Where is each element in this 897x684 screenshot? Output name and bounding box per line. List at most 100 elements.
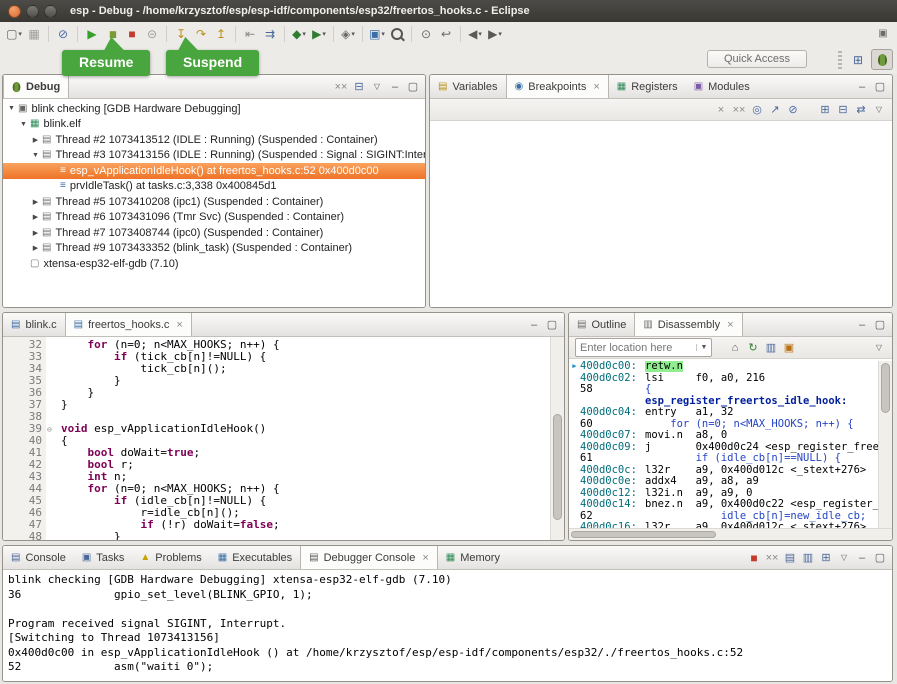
instruction-stepping-icon[interactable]: ⇉ bbox=[260, 24, 280, 44]
save-icon[interactable]: ▦ bbox=[24, 24, 44, 44]
minimize-icon[interactable]: – bbox=[853, 319, 871, 331]
debug-icon[interactable]: ◆▾ bbox=[289, 24, 309, 44]
tree-item[interactable]: ▼▣blink checking [GDB Hardware Debugging… bbox=[3, 101, 425, 117]
new-wizard-icon[interactable]: ▢▾ bbox=[4, 24, 24, 44]
tab-debug[interactable]: Debug bbox=[3, 75, 69, 98]
perspective-drag-handle[interactable] bbox=[838, 51, 842, 69]
close-icon[interactable]: × bbox=[422, 552, 428, 564]
maximize-window-button[interactable] bbox=[44, 5, 57, 18]
drop-to-frame-icon[interactable]: ⇤ bbox=[240, 24, 260, 44]
disassembly-horizontal-scrollbar[interactable] bbox=[569, 528, 892, 540]
disassembly-listing[interactable]: ▶400d0c00:retw.n400d0c02:lsi f0, a0, 216… bbox=[569, 361, 878, 528]
disconnect-icon[interactable]: ⊝ bbox=[142, 24, 162, 44]
refresh-icon[interactable]: ↻ bbox=[744, 341, 762, 354]
tab-problems[interactable]: ▲Problems bbox=[132, 546, 209, 569]
tree-item[interactable]: ≡prvIdleTask() at tasks.c:3,338 0x400845… bbox=[3, 179, 425, 195]
close-icon[interactable]: × bbox=[727, 319, 733, 331]
tree-item[interactable]: ▢xtensa-esp32-elf-gdb (7.10) bbox=[3, 256, 425, 272]
tree-item[interactable]: ▶▤Thread #6 1073431096 (Tmr Svc) (Suspen… bbox=[3, 210, 425, 226]
maximize-icon[interactable]: ▢ bbox=[543, 318, 561, 331]
skip-all-breakpoints-icon[interactable]: ⊘ bbox=[784, 103, 802, 116]
fold-marker-icon[interactable]: ⊖ bbox=[47, 424, 52, 436]
run-icon[interactable]: ▶▾ bbox=[309, 24, 329, 44]
scrollbar-thumb[interactable] bbox=[881, 363, 890, 413]
minimize-window-button[interactable] bbox=[26, 5, 39, 18]
remove-all-terminated-icon[interactable]: ×× bbox=[332, 81, 350, 93]
tab-modules[interactable]: ▣Modules bbox=[686, 75, 758, 98]
view-menu-icon[interactable]: ▽ bbox=[870, 105, 888, 114]
track-expression-icon[interactable]: ▣ bbox=[780, 341, 798, 354]
breakpoints-empty-area[interactable] bbox=[430, 121, 892, 307]
new-c-file-icon[interactable]: ▣▾ bbox=[367, 24, 387, 44]
show-source-icon[interactable]: ▥ bbox=[762, 341, 780, 354]
window-icon[interactable]: ▣ bbox=[873, 24, 893, 44]
goto-file-icon[interactable]: ↗ bbox=[766, 103, 784, 116]
debug-launch-tree[interactable]: ▼▣blink checking [GDB Hardware Debugging… bbox=[3, 99, 425, 307]
expander-icon[interactable]: ▶ bbox=[30, 198, 41, 206]
open-console-icon[interactable]: ⊞ bbox=[817, 551, 835, 564]
collapse-all-icon[interactable]: ⊟ bbox=[834, 103, 852, 116]
quick-access-button[interactable]: Quick Access bbox=[707, 50, 807, 68]
step-return-icon[interactable]: ↥ bbox=[211, 24, 231, 44]
scrollbar-thumb[interactable] bbox=[571, 531, 716, 538]
external-tools-icon[interactable]: ◈▾ bbox=[338, 24, 358, 44]
skip-all-breakpoints-icon[interactable]: ⊘ bbox=[53, 24, 73, 44]
terminate-icon[interactable]: ■ bbox=[745, 551, 763, 565]
tab-console[interactable]: ▤Console bbox=[3, 546, 74, 569]
maximize-icon[interactable]: ▢ bbox=[871, 551, 889, 564]
tab-outline[interactable]: ▤Outline bbox=[569, 313, 634, 336]
mark-occurrences-icon[interactable]: ⊙ bbox=[416, 24, 436, 44]
tree-item[interactable]: ▼▤Thread #3 1073413156 (IDLE : Running) … bbox=[3, 148, 425, 164]
scrollbar-thumb[interactable] bbox=[553, 414, 562, 520]
expander-icon[interactable]: ▼ bbox=[6, 105, 17, 112]
tree-item[interactable]: ▶▤Thread #5 1073410208 (ipc1) (Suspended… bbox=[3, 194, 425, 210]
view-menu-icon[interactable]: ▽ bbox=[368, 82, 386, 91]
remove-launch-icon[interactable]: ×× bbox=[763, 552, 781, 564]
tab-tasks[interactable]: ▣Tasks bbox=[74, 546, 133, 569]
location-input[interactable] bbox=[576, 342, 696, 354]
expander-icon[interactable]: ▶ bbox=[30, 136, 41, 144]
editor-vertical-scrollbar[interactable] bbox=[550, 337, 564, 540]
expander-icon[interactable]: ▼ bbox=[18, 121, 29, 128]
display-selected-icon[interactable]: ▥ bbox=[799, 551, 817, 564]
minimize-icon[interactable]: – bbox=[386, 81, 404, 93]
maximize-icon[interactable]: ▢ bbox=[871, 318, 889, 331]
back-icon[interactable]: ◀▾ bbox=[465, 24, 485, 44]
source-code-area[interactable]: for (n=0; n<MAX_HOOKS; n++) { if (tick_c… bbox=[57, 337, 550, 540]
tab-freertos-hooks-c[interactable]: ▤freertos_hooks.c× bbox=[65, 313, 192, 336]
chevron-down-icon[interactable]: ▼ bbox=[696, 344, 711, 351]
view-menu-icon[interactable]: ▽ bbox=[835, 553, 853, 562]
show-supported-breakpoints-icon[interactable]: ◎ bbox=[748, 103, 766, 116]
expander-icon[interactable]: ▶ bbox=[30, 229, 41, 237]
forward-icon[interactable]: ▶▾ bbox=[485, 24, 505, 44]
tab-executables[interactable]: ▦Executables bbox=[210, 546, 300, 569]
expander-icon[interactable]: ▶ bbox=[30, 244, 41, 252]
link-with-debug-icon[interactable]: ⇄ bbox=[852, 103, 870, 116]
close-icon[interactable]: × bbox=[593, 81, 599, 93]
resume-icon[interactable]: ▶ bbox=[82, 24, 102, 44]
tab-variables[interactable]: ▤Variables bbox=[430, 75, 506, 98]
tree-item[interactable]: ▶▤Thread #7 1073408744 (ipc0) (Suspended… bbox=[3, 225, 425, 241]
tab-registers[interactable]: ▦Registers bbox=[609, 75, 686, 98]
search-icon[interactable] bbox=[387, 24, 407, 44]
maximize-icon[interactable]: ▢ bbox=[871, 80, 889, 93]
clear-console-icon[interactable]: ▤ bbox=[781, 551, 799, 564]
console-output[interactable]: blink checking [GDB Hardware Debugging] … bbox=[3, 570, 892, 681]
open-perspective-icon[interactable]: ⊞ bbox=[847, 49, 869, 70]
annotation-ruler[interactable] bbox=[3, 337, 16, 540]
close-window-button[interactable] bbox=[8, 5, 21, 18]
tree-item[interactable]: ▼▦blink.elf bbox=[3, 117, 425, 133]
remove-all-breakpoints-icon[interactable]: ×× bbox=[730, 104, 748, 116]
expander-icon[interactable]: ▼ bbox=[30, 152, 41, 159]
folding-ruler[interactable]: ⊖ bbox=[46, 337, 57, 540]
tree-item[interactable]: ≡esp_vApplicationIdleHook() at freertos_… bbox=[3, 163, 425, 179]
disassembly-vertical-scrollbar[interactable] bbox=[878, 361, 892, 528]
expander-icon[interactable]: ▶ bbox=[30, 213, 41, 221]
tab-disassembly[interactable]: ▥Disassembly× bbox=[634, 313, 742, 336]
tab-debugger-console[interactable]: ▤Debugger Console× bbox=[300, 546, 438, 569]
tree-item[interactable]: ▶▤Thread #9 1073433352 (blink_task) (Sus… bbox=[3, 241, 425, 257]
remove-breakpoint-icon[interactable]: × bbox=[712, 104, 730, 116]
tab-blink-c[interactable]: ▤blink.c bbox=[3, 313, 65, 336]
last-edit-location-icon[interactable]: ↩ bbox=[436, 24, 456, 44]
debug-perspective-icon[interactable] bbox=[871, 49, 893, 70]
